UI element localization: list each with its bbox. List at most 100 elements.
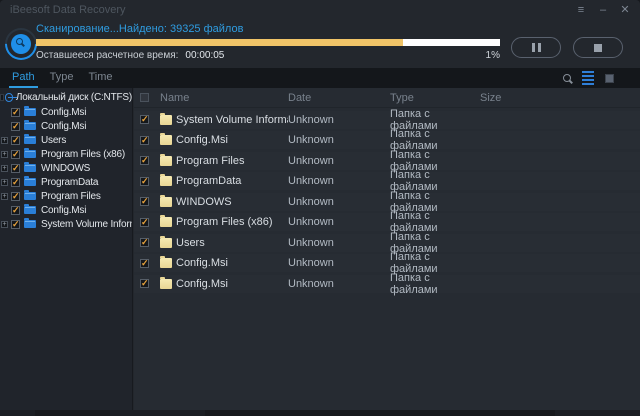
table-row[interactable]: Config.MsiUnknownПапка с файлами (134, 128, 640, 152)
tree-item-label: System Volume Information (41, 218, 132, 230)
column-name[interactable]: Name (160, 92, 288, 104)
folder-icon (160, 215, 172, 227)
expand-icon[interactable]: + (1, 178, 8, 186)
column-size[interactable]: Size (480, 92, 640, 104)
tree-item-label: Config.Msi (41, 204, 87, 216)
checkbox[interactable] (11, 163, 20, 174)
file-table-panel: Name Date Type Size System Volume Inform… (134, 88, 640, 410)
tree-item[interactable]: + System Volume Information (0, 217, 132, 231)
checkbox[interactable] (11, 135, 20, 146)
tab-time[interactable]: Time (86, 68, 116, 88)
list-view-icon[interactable] (582, 71, 594, 85)
row-icon-cell (160, 215, 176, 227)
tree-item-label: Program Files (x86) (41, 148, 125, 160)
table-row[interactable]: System Volume InformationUnknownПапка с … (134, 108, 640, 132)
checkbox[interactable] (140, 217, 149, 228)
folder-icon (24, 162, 36, 172)
search-icon[interactable] (563, 74, 571, 82)
stop-button[interactable] (573, 37, 623, 58)
checkbox[interactable] (140, 176, 149, 187)
table-row[interactable]: Config.MsiUnknownПапка с файлами (134, 251, 640, 275)
select-all-checkbox[interactable] (140, 93, 149, 102)
scan-subrow: Оставшееся расчетное время: 00:00:05 1% (36, 50, 500, 61)
pause-icon (537, 43, 541, 52)
disk-icon (5, 93, 17, 102)
cell-date: Unknown (288, 195, 334, 208)
desktop-edge (0, 410, 640, 416)
table-row[interactable]: Config.MsiUnknownПапка с файлами (134, 271, 640, 296)
expand-icon[interactable]: + (1, 164, 8, 172)
column-type[interactable]: Type (390, 92, 480, 104)
menu-icon[interactable]: ≡ (570, 0, 592, 20)
cell-date: Unknown (288, 236, 334, 249)
root-expand-icon[interactable] (0, 94, 5, 101)
tree-items: +Config.Msi+Config.Msi+Users+Program Fil… (0, 105, 132, 231)
folder-icon (160, 194, 172, 207)
tree-root-disk[interactable]: Локальный диск (C:NTFS) (0, 90, 132, 105)
cell-type: Папка с файлами (390, 271, 438, 296)
folder-icon (24, 190, 36, 200)
table-row[interactable]: WINDOWSUnknownПапка с файлами (134, 190, 640, 214)
tabbar: Path Type Time (0, 68, 640, 88)
row-check-cell (134, 217, 160, 228)
checkbox[interactable] (11, 219, 20, 230)
table-row[interactable]: ProgramDataUnknownПапка с файлами (134, 169, 640, 193)
folder-icon (160, 153, 172, 166)
checkbox[interactable] (11, 177, 20, 188)
cell-date: Unknown (288, 134, 334, 146)
table-row[interactable]: Program Files (x86)UnknownПапка с файлам… (134, 210, 640, 234)
expand-icon[interactable]: + (1, 192, 8, 200)
tree-item[interactable]: + ProgramData (0, 175, 132, 189)
folder-icon (24, 134, 36, 144)
expand-icon[interactable]: + (1, 136, 8, 144)
cell-name: Users (176, 236, 205, 249)
tree-item[interactable]: + Users (0, 133, 132, 147)
table-header: Name Date Type Size (134, 88, 640, 108)
tree-item[interactable]: + Program Files (x86) (0, 147, 132, 161)
tree-item[interactable]: + WINDOWS (0, 161, 132, 175)
tree-item-label: Config.Msi (41, 106, 87, 118)
folder-icon (24, 148, 36, 158)
tree-item[interactable]: +Config.Msi (0, 203, 132, 217)
cell-date: Unknown (288, 216, 334, 228)
row-check-cell (134, 155, 160, 166)
table-row[interactable]: UsersUnknownПапка с файлами (134, 231, 640, 255)
checkbox[interactable] (11, 121, 20, 132)
app-window: iBeesoft Data Recovery ≡ – ✕ Сканировани… (0, 0, 640, 416)
pause-icon (531, 43, 535, 52)
checkbox[interactable] (140, 237, 149, 248)
checkbox[interactable] (140, 278, 149, 289)
checkbox[interactable] (11, 149, 20, 160)
column-date[interactable]: Date (288, 92, 390, 104)
tree-item-label: Users (41, 134, 67, 146)
row-icon-cell (160, 276, 176, 289)
checkbox[interactable] (140, 258, 149, 269)
table-row[interactable]: Program FilesUnknownПапка с файлами (134, 149, 640, 173)
grid-view-icon[interactable] (605, 73, 614, 83)
minimize-icon[interactable]: – (592, 0, 614, 20)
close-icon[interactable]: ✕ (614, 0, 636, 20)
tab-path[interactable]: Path (9, 68, 38, 88)
checkbox[interactable] (11, 191, 20, 202)
checkbox[interactable] (11, 107, 20, 118)
pause-button[interactable] (511, 37, 561, 58)
progress-fill (36, 39, 403, 46)
checkbox[interactable] (140, 196, 149, 207)
window-title: iBeesoft Data Recovery (10, 4, 126, 16)
checkbox[interactable] (140, 135, 149, 146)
tree-item-label: WINDOWS (41, 162, 91, 174)
tree-item[interactable]: +Config.Msi (0, 105, 132, 119)
remaining-value: 00:00:05 (185, 50, 225, 61)
tree-item[interactable]: +Config.Msi (0, 119, 132, 133)
folder-icon (24, 176, 36, 186)
expand-icon[interactable]: + (1, 220, 8, 228)
row-icon-cell (160, 133, 176, 145)
tree-item[interactable]: + Program Files (0, 189, 132, 203)
tab-type[interactable]: Type (47, 68, 77, 88)
content: Локальный диск (C:NTFS) +Config.Msi+Conf… (0, 88, 640, 410)
checkbox[interactable] (140, 155, 149, 166)
remaining-time-text: Оставшееся расчетное время: 00:00:05 (36, 50, 224, 61)
checkbox[interactable] (140, 114, 149, 125)
checkbox[interactable] (11, 205, 20, 216)
expand-icon[interactable]: + (1, 150, 8, 158)
